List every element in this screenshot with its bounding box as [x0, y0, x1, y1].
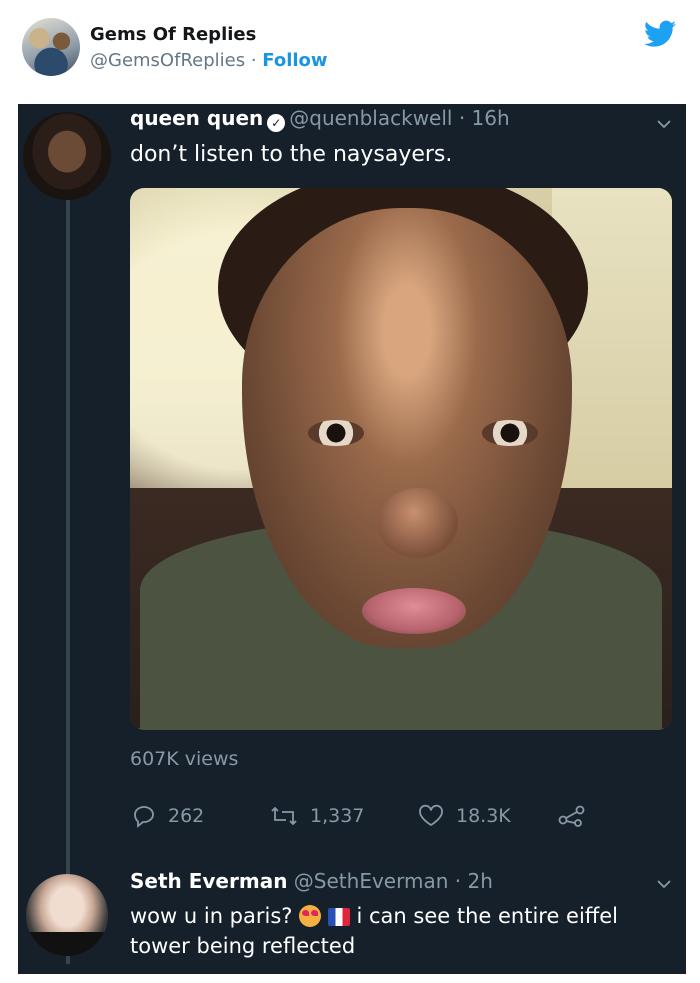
tweet-time[interactable]: 16h — [472, 106, 510, 130]
view-count: 607K views — [130, 748, 239, 770]
video-eye-left — [308, 420, 364, 446]
tweet-author-avatar[interactable] — [23, 112, 111, 200]
embed-separator: · — [245, 50, 263, 71]
twitter-bird-icon[interactable] — [644, 20, 676, 48]
tweet-handle[interactable]: @quenblackwell — [289, 106, 452, 130]
thread-line — [66, 200, 70, 964]
reply-avatar-shirt — [26, 932, 108, 956]
embed-header: Gems Of Replies @GemsOfReplies · Follow — [0, 0, 700, 100]
reply-button[interactable]: 262 — [132, 804, 204, 828]
tweet-author-name[interactable]: queen quen — [130, 106, 263, 130]
like-count: 18.3K — [456, 805, 511, 827]
reply-text-start: wow u in paris? — [130, 904, 300, 928]
like-button[interactable]: 18.3K — [418, 804, 511, 828]
heart-eyes-emoji — [299, 905, 322, 927]
tweet-header: queen quen ✓ @quenblackwell · 16h — [130, 106, 510, 132]
retweet-button[interactable]: 1,337 — [270, 804, 364, 828]
retweet-count: 1,337 — [310, 805, 365, 827]
tweet-actions: 262 1,337 18.3K — [130, 804, 590, 834]
tweet-screenshot: queen quen ✓ @quenblackwell · 16h don’t li… — [18, 104, 686, 974]
follow-button[interactable]: Follow — [262, 50, 327, 71]
reply-chevron-down-icon[interactable] — [656, 876, 672, 892]
video-lips — [362, 588, 466, 634]
embed-account-name[interactable]: Gems Of Replies — [90, 24, 256, 45]
reply-handle[interactable]: @SethEverman — [294, 869, 449, 893]
reply-header: Seth Everman @SethEverman · 2h — [130, 869, 493, 893]
reply-author-name[interactable]: Seth Everman — [130, 869, 287, 893]
reply-separator: · — [448, 869, 468, 893]
verified-icon: ✓ — [267, 114, 286, 132]
reply-icon — [134, 806, 154, 828]
reply-time[interactable]: 2h — [467, 869, 492, 893]
video-nose — [378, 488, 458, 558]
reply-author-avatar[interactable] — [26, 874, 108, 956]
tweet-video[interactable] — [130, 188, 672, 730]
france-flag-emoji — [327, 908, 350, 926]
video-eye-right — [482, 420, 538, 446]
like-icon — [419, 804, 443, 827]
tweet-separator: · — [452, 106, 472, 130]
retweet-icon — [271, 806, 297, 826]
share-icon — [558, 805, 585, 827]
reply-count: 262 — [168, 805, 205, 827]
embed-handle-line: @GemsOfReplies · Follow — [90, 50, 328, 71]
chevron-down-icon[interactable] — [656, 116, 672, 132]
embed-handle[interactable]: @GemsOfReplies — [90, 50, 245, 71]
share-button[interactable] — [558, 804, 586, 828]
reply-text: wow u in paris? i can see the entire eif… — [130, 901, 650, 961]
embed-avatar[interactable] — [22, 18, 80, 76]
tweet-text: don’t listen to the naysayers. — [130, 142, 453, 167]
